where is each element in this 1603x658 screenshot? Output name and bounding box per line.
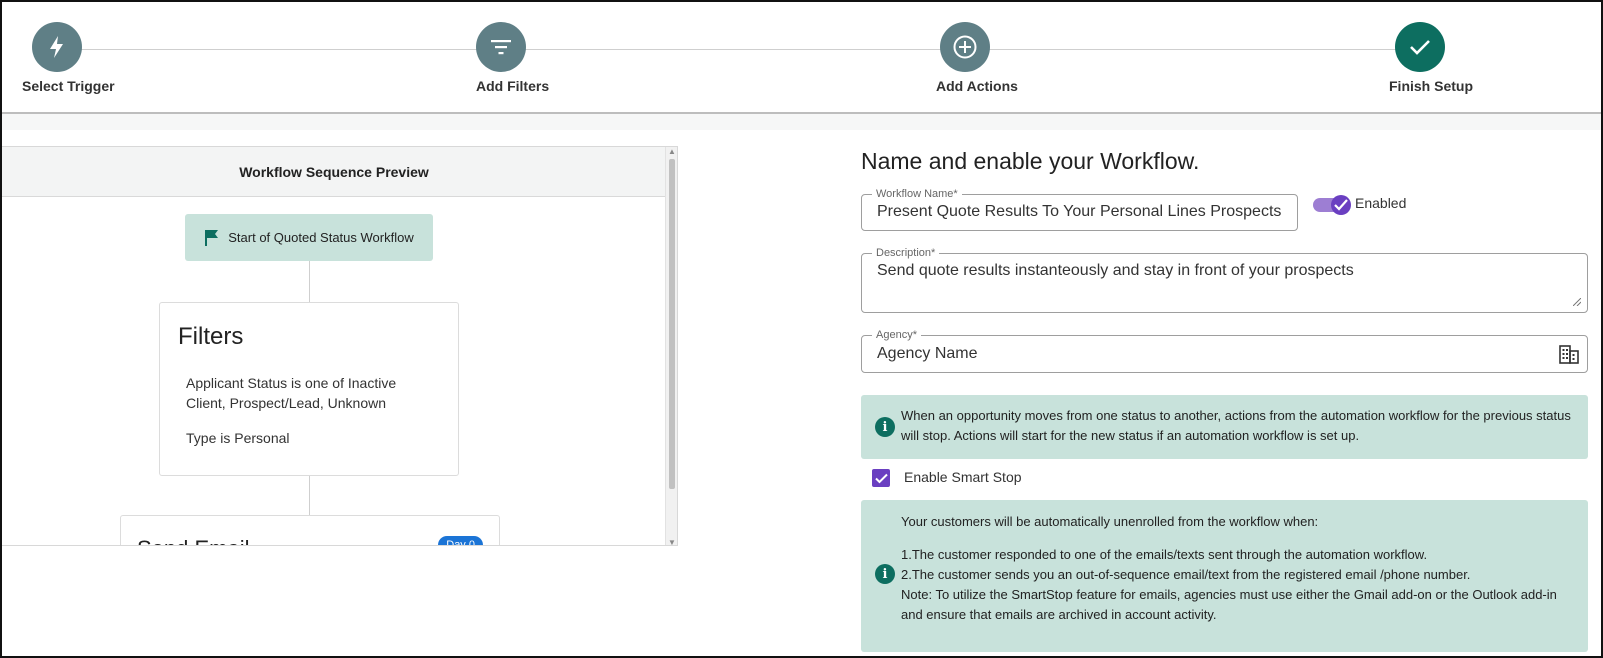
day-badge: Day 0 [438,536,483,545]
send-email-card[interactable]: Send Email Day 0 [120,515,500,545]
filter-condition: Type is Personal [186,430,290,446]
start-node-label: Start of Quoted Status Workflow [228,230,414,245]
scroll-thumb[interactable] [669,159,675,489]
preview-scrollbar[interactable]: ▲ ▼ [665,147,677,545]
check-icon [1331,195,1351,215]
status-info-box: i When an opportunity moves from one sta… [861,395,1588,459]
status-info-text: When an opportunity moves from one statu… [901,408,1571,443]
step-label: Select Trigger [22,78,115,94]
smart-stop-label: Enable Smart Stop [904,469,1022,485]
scroll-up-icon[interactable]: ▲ [668,147,676,156]
scroll-down-icon[interactable]: ▼ [668,538,676,545]
workflow-stepper: Select Trigger Add Filters Add Actions F… [2,2,1601,114]
info-icon: i [875,417,895,437]
connector-line [309,261,310,302]
step-label: Add Filters [476,78,550,94]
smart-stop-checkbox[interactable] [872,469,890,487]
start-node[interactable]: Start of Quoted Status Workflow [185,214,433,261]
smart-stop-note: Note: To utilize the SmartStop feature f… [901,587,1557,622]
description-field[interactable]: Description* Send quote results instante… [861,246,1588,313]
app-frame: Select Trigger Add Filters Add Actions F… [0,0,1603,658]
step-label: Add Actions [936,78,1018,94]
form-title: Name and enable your Workflow. [861,148,1200,174]
filter-icon [476,22,526,72]
description-label: Description* [872,246,940,260]
filter-condition: Applicant Status is one of Inactive Clie… [186,375,397,411]
agency-field[interactable]: Agency* Agency Name [861,328,1588,373]
workflow-name-input[interactable]: Present Quote Results To Your Personal L… [877,203,1282,221]
agency-label: Agency* [872,328,921,342]
smart-stop-intro: Your customers will be automatically une… [901,514,1319,529]
workflow-name-label: Workflow Name* [872,187,962,201]
resize-grip-icon[interactable] [1573,298,1581,306]
connector-line [309,476,310,515]
divider-strip [2,114,1601,130]
check-icon [874,473,888,483]
bolt-icon [32,22,82,72]
filters-title: Filters [178,323,244,350]
workflow-preview-panel[interactable]: Workflow Sequence Preview Start of Quote… [2,146,678,546]
filters-card[interactable]: Filters Applicant Status is one of Inact… [159,302,459,476]
email-card-title: Send Email [137,536,250,545]
smart-stop-condition: 1.The customer responded to one of the e… [901,547,1428,562]
check-icon [1395,22,1445,72]
enabled-toggle[interactable] [1313,195,1351,215]
smart-stop-info-box: i Your customers will be automatically u… [861,500,1588,652]
description-input[interactable]: Send quote results instanteously and sta… [877,262,1567,280]
enabled-label: Enabled [1355,195,1407,211]
agency-input[interactable]: Agency Name [877,345,1517,363]
smart-stop-condition: 2.The customer sends you an out-of-seque… [901,567,1471,582]
info-icon: i [875,564,895,584]
step-label: Finish Setup [1389,78,1473,94]
stepper-line [58,49,1428,50]
plus-circle-icon [940,22,990,72]
workflow-name-field[interactable]: Workflow Name* Present Quote Results To … [861,187,1298,231]
flag-icon [205,229,219,246]
building-icon[interactable] [1559,344,1579,364]
preview-title: Workflow Sequence Preview [2,147,666,197]
